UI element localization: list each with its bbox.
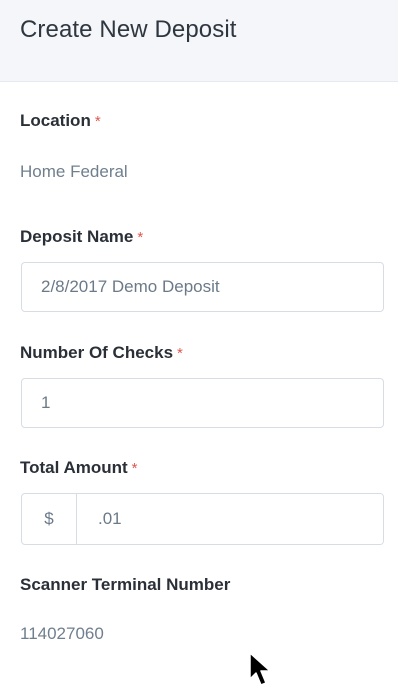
- scanner-terminal-value: 114027060: [20, 624, 104, 643]
- total-amount-required-mark: *: [131, 460, 138, 477]
- location-label-text: Location: [20, 111, 91, 130]
- page-title: Create New Deposit: [20, 16, 237, 43]
- total-amount-label-text: Total Amount: [20, 458, 128, 477]
- currency-addon: $: [22, 494, 77, 544]
- location-value: Home Federal: [20, 162, 128, 181]
- deposit-name-required-mark: *: [137, 229, 144, 246]
- number-of-checks-input[interactable]: [21, 378, 384, 428]
- number-of-checks-label-text: Number Of Checks: [20, 343, 174, 362]
- total-amount-input-group: $: [21, 493, 384, 545]
- deposit-name-label: Deposit Name *: [20, 227, 143, 247]
- mouse-pointer-icon: [249, 652, 271, 686]
- total-amount-input[interactable]: [77, 494, 383, 544]
- create-deposit-form-page: Create New Deposit Location * Home Federa…: [0, 0, 398, 687]
- total-amount-label: Total Amount *: [20, 458, 138, 478]
- location-label: Location *: [20, 111, 101, 131]
- number-of-checks-label: Number Of Checks *: [20, 343, 183, 363]
- deposit-name-label-text: Deposit Name: [20, 227, 134, 246]
- scanner-terminal-label: Scanner Terminal Number: [20, 575, 231, 594]
- form-header: Create New Deposit: [0, 0, 398, 82]
- number-of-checks-required-mark: *: [177, 345, 183, 362]
- location-required-mark: *: [94, 113, 101, 130]
- deposit-name-input[interactable]: [21, 262, 384, 312]
